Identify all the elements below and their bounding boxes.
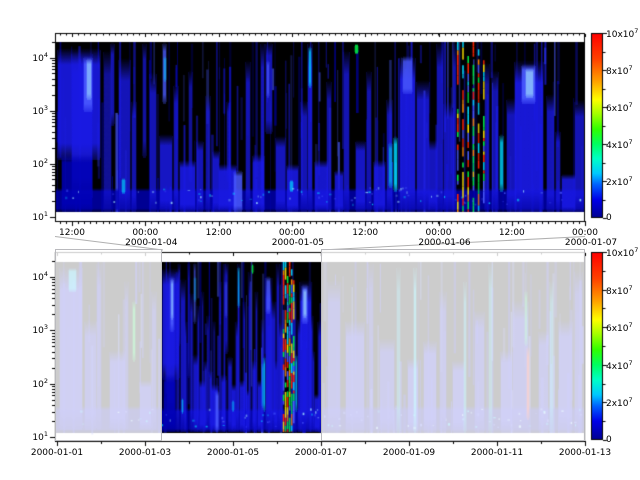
context-overlay-right [321,249,585,441]
detail-plot-area[interactable] [55,33,585,222]
colorbar-context [591,252,603,440]
selection-window[interactable] [162,249,321,441]
context-overlay-left [55,249,162,441]
plot-window: 12:0000:002000-01-0412:0000:002000-01-05… [0,0,640,480]
colorbar-detail [591,33,603,218]
